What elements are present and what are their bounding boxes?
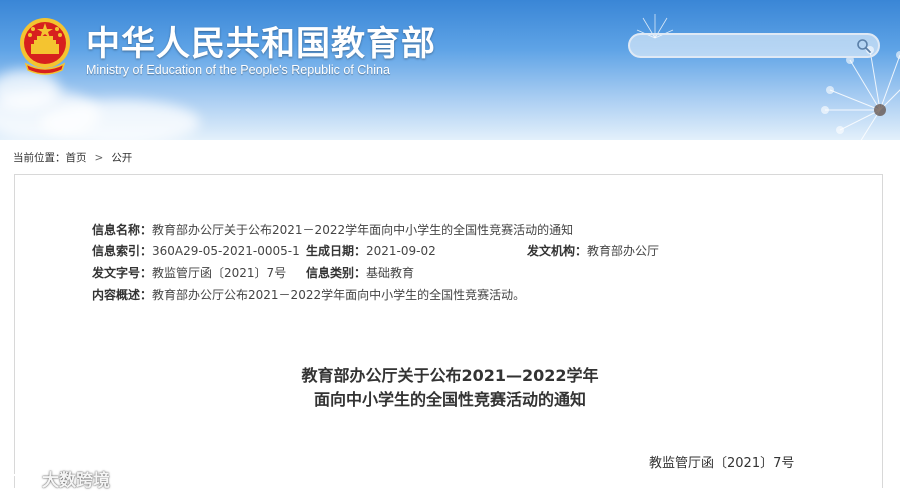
watermark: 大数跨境 — [6, 466, 110, 492]
search-box — [628, 33, 880, 58]
date-value: 2021-09-02 — [366, 244, 436, 258]
index-label: 信息索引： — [92, 244, 153, 258]
breadcrumb-separator: > — [94, 152, 104, 164]
doc-no-label: 发文字号： — [92, 266, 153, 280]
site-header: 中华人民共和国教育部 Ministry of Education of the … — [0, 0, 900, 140]
info-name-value: 教育部办公厅关于公布2021－2022学年面向中小学生的全国性竞赛活动的通知 — [152, 223, 574, 237]
breadcrumb-public-link[interactable]: 公开 — [111, 152, 132, 164]
meta-row-doc-no: 发文字号：教监管厅函〔2021〕7号 — [92, 265, 286, 281]
site-subtitle: Ministry of Education of the People's Re… — [86, 63, 390, 77]
issuer-value: 教育部办公厅 — [587, 244, 660, 258]
cloud-decoration — [40, 100, 200, 140]
category-value: 基础教育 — [366, 266, 415, 280]
watermark-logo-icon — [7, 473, 40, 490]
summary-value: 教育部办公厅公布2021－2022学年面向中小学生的全国性竞赛活动。 — [152, 288, 526, 302]
meta-row-index: 信息索引：360A29-05-2021-0005-1 — [92, 243, 300, 259]
doc-no-value: 教监管厅函〔2021〕7号 — [152, 266, 287, 280]
index-value: 360A29-05-2021-0005-1 — [152, 244, 300, 258]
info-name-label: 信息名称： — [92, 223, 153, 237]
issuer-label: 发文机构： — [527, 244, 588, 258]
breadcrumb: 当前位置：首页 > 公开 — [13, 150, 132, 165]
meta-row-date: 生成日期：2021-09-02 — [306, 243, 436, 259]
search-icon[interactable] — [856, 38, 872, 54]
summary-label: 内容概述： — [92, 288, 153, 302]
search-input[interactable] — [640, 37, 850, 54]
watermark-text: 大数跨境 — [42, 471, 110, 491]
document-number: 教监管厅函〔2021〕7号 — [649, 456, 795, 471]
site-title: 中华人民共和国教育部 — [86, 24, 436, 64]
meta-row-info-name: 信息名称：教育部办公厅关于公布2021－2022学年面向中小学生的全国性竞赛活动… — [92, 222, 573, 238]
category-label: 信息类别： — [306, 266, 367, 280]
breadcrumb-home-link[interactable]: 首页 — [66, 152, 87, 164]
meta-row-issuer: 发文机构：教育部办公厅 — [527, 243, 659, 259]
document-title-line-1: 教育部办公厅关于公布2021—2022学年 — [301, 366, 599, 385]
meta-row-summary: 内容概述：教育部办公厅公布2021－2022学年面向中小学生的全国性竞赛活动。 — [92, 287, 525, 303]
breadcrumb-prefix: 当前位置： — [13, 152, 66, 164]
document-title-line-2: 面向中小学生的全国性竞赛活动的通知 — [313, 390, 586, 409]
national-emblem-icon — [20, 18, 70, 75]
meta-row-category: 信息类别：基础教育 — [306, 265, 414, 281]
date-label: 生成日期： — [306, 244, 367, 258]
